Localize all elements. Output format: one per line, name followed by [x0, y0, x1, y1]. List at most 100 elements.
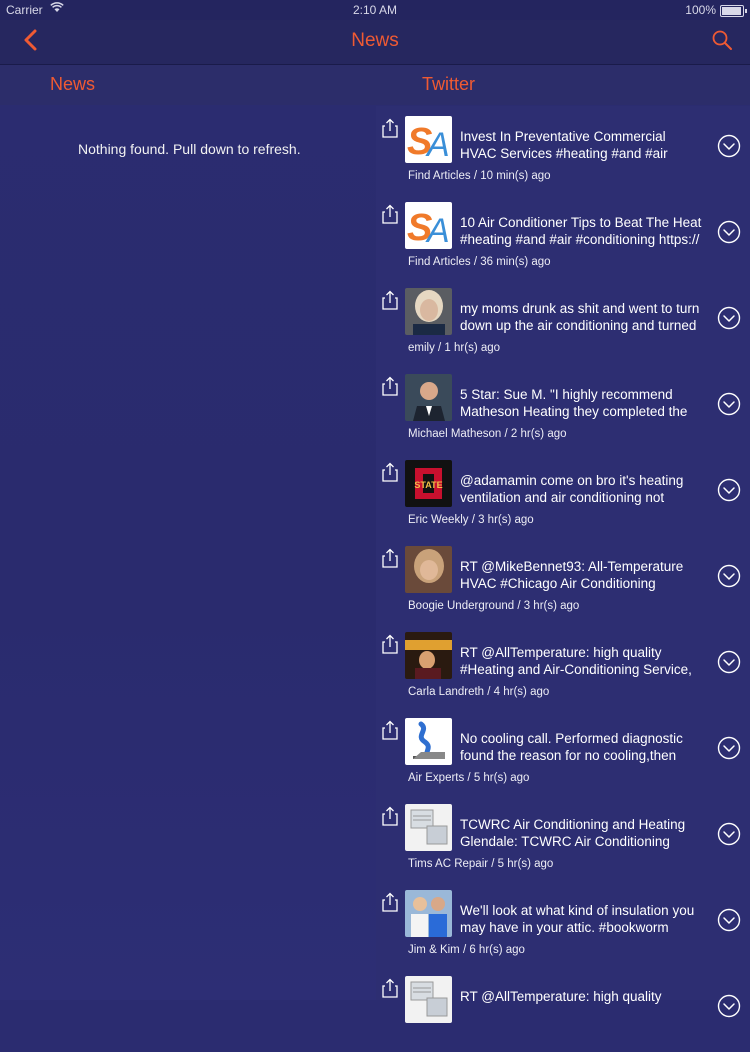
tweet-row[interactable]: No cooling call. Performed diagnostic fou…: [376, 708, 750, 794]
tweet-meta: Michael Matheson / 2 hr(s) ago: [408, 428, 567, 440]
share-icon: [382, 634, 398, 654]
share-icon: [382, 376, 398, 396]
share-button[interactable]: [382, 376, 398, 396]
battery-icon: [720, 5, 747, 17]
nav-bar: News: [0, 20, 750, 65]
share-icon: [382, 806, 398, 826]
tweet-row[interactable]: S A 10 Air Conditioner Tips to Beat The He…: [376, 192, 750, 278]
avatar: [405, 804, 452, 851]
chevron-down-circle-icon: [717, 736, 741, 760]
tweet-meta: Air Experts / 5 hr(s) ago: [408, 772, 530, 784]
twitter-feed[interactable]: S A Invest In Preventative Commercial HVAC …: [376, 106, 750, 1023]
tweet-row[interactable]: RT @AllTemperature: high quality #Heating…: [376, 622, 750, 708]
tweet-text: @adamamin come on bro it's heating ventil…: [460, 472, 715, 506]
tweet-meta: Boogie Underground / 3 hr(s) ago: [408, 600, 580, 612]
tweet-row[interactable]: We'll look at what kind of insulation yo…: [376, 880, 750, 966]
avatar: [405, 890, 452, 937]
search-button[interactable]: [710, 28, 734, 52]
tweet-text-line: 10 Air Conditioner Tips to Beat The Heat: [460, 215, 702, 230]
tweet-row[interactable]: RT @AllTemperature: high quality: [376, 966, 750, 1052]
tweet-row[interactable]: 5 Star: Sue M. "I highly recommend Mathe…: [376, 364, 750, 450]
share-icon: [382, 978, 398, 998]
expand-button[interactable]: [717, 650, 741, 674]
tweet-text-line: Invest In Preventative Commercial: [460, 129, 666, 144]
share-button[interactable]: [382, 290, 398, 310]
svg-text:STATE: STATE: [414, 480, 442, 490]
avatar: [405, 288, 452, 335]
chevron-down-circle-icon: [717, 650, 741, 674]
tweet-text-line: HVAC #Chicago Air Conditioning: [460, 576, 656, 591]
tweet-text: RT @AllTemperature: high quality #Heating…: [460, 644, 715, 678]
expand-button[interactable]: [717, 564, 741, 588]
tweet-text-line: #Heating and Air-Conditioning Service,: [460, 662, 692, 677]
clock: 2:10 AM: [352, 3, 398, 17]
expand-button[interactable]: [717, 994, 741, 1018]
share-button[interactable]: [382, 204, 398, 224]
tweet-row[interactable]: S A Invest In Preventative Commercial HVAC …: [376, 106, 750, 192]
chevron-down-circle-icon: [717, 822, 741, 846]
share-button[interactable]: [382, 892, 398, 912]
tweet-text-line: may have in your attic. #bookworm: [460, 920, 669, 935]
expand-button[interactable]: [717, 134, 741, 158]
tweet-row[interactable]: TCWRC Air Conditioning and Heating Glenda…: [376, 794, 750, 880]
tweet-text-line: RT @AllTemperature: high quality: [460, 989, 662, 1004]
tab-twitter[interactable]: Twitter: [422, 74, 475, 95]
tweet-text-line: 5 Star: Sue M. "I highly recommend: [460, 387, 673, 402]
tweet-text-line: No cooling call. Performed diagnostic: [460, 731, 683, 746]
tab-news[interactable]: News: [50, 74, 95, 95]
share-button[interactable]: [382, 720, 398, 740]
tweet-text-line: my moms drunk as shit and went to turn: [460, 301, 700, 316]
tweet-text: 5 Star: Sue M. "I highly recommend Mathe…: [460, 386, 715, 420]
tweet-text: No cooling call. Performed diagnostic fou…: [460, 730, 715, 764]
tweet-meta: Find Articles / 36 min(s) ago: [408, 256, 551, 268]
avatar: [405, 632, 452, 679]
share-icon: [382, 720, 398, 740]
share-button[interactable]: [382, 118, 398, 138]
chevron-down-circle-icon: [717, 220, 741, 244]
expand-button[interactable]: [717, 220, 741, 244]
share-button[interactable]: [382, 634, 398, 654]
avatar: STATE: [405, 460, 452, 507]
tweet-text-line: Glendale: TCWRC Air Conditioning: [460, 834, 670, 849]
tweet-text: TCWRC Air Conditioning and Heating Glenda…: [460, 816, 715, 850]
chevron-down-circle-icon: [717, 392, 741, 416]
svg-text:A: A: [425, 126, 450, 163]
tweet-text-line: found the reason for no cooling,then: [460, 748, 677, 763]
tweet-text: RT @MikeBennet93: All-Temperature HVAC #C…: [460, 558, 715, 592]
chevron-down-circle-icon: [717, 478, 741, 502]
expand-button[interactable]: [717, 306, 741, 330]
tweet-row[interactable]: STATE @adamamin come on bro it's heating v…: [376, 450, 750, 536]
expand-button[interactable]: [717, 736, 741, 760]
expand-button[interactable]: [717, 478, 741, 502]
expand-button[interactable]: [717, 392, 741, 416]
avatar: [405, 546, 452, 593]
avatar: SA: [405, 116, 452, 163]
tweet-row[interactable]: RT @MikeBennet93: All-Temperature HVAC #C…: [376, 536, 750, 622]
tweet-meta: Carla Landreth / 4 hr(s) ago: [408, 686, 550, 698]
avatar: SA: [405, 202, 452, 249]
share-button[interactable]: [382, 806, 398, 826]
tweet-meta: Eric Weekly / 3 hr(s) ago: [408, 514, 534, 526]
tweet-text-line: down up the air conditioning and turned: [460, 318, 697, 333]
tweet-meta: Find Articles / 10 min(s) ago: [408, 170, 551, 182]
avatar: [405, 718, 452, 765]
tweet-text-line: RT @MikeBennet93: All-Temperature: [460, 559, 684, 574]
segment-tabs: News Twitter: [0, 65, 750, 105]
expand-button[interactable]: [717, 908, 741, 932]
chevron-down-circle-icon: [717, 908, 741, 932]
share-icon: [382, 118, 398, 138]
status-bar: Carrier 2:10 AM 100%: [0, 0, 750, 20]
tweet-text-line: ventilation and air conditioning not: [460, 490, 665, 505]
share-icon: [382, 462, 398, 482]
tweet-row[interactable]: my moms drunk as shit and went to turn do…: [376, 278, 750, 364]
share-button[interactable]: [382, 978, 398, 998]
share-icon: [382, 290, 398, 310]
tweet-text: 10 Air Conditioner Tips to Beat The Heat…: [460, 214, 715, 248]
page-title: News: [351, 30, 399, 51]
expand-button[interactable]: [717, 822, 741, 846]
share-icon: [382, 548, 398, 568]
share-button[interactable]: [382, 548, 398, 568]
svg-text:A: A: [425, 212, 450, 249]
tweet-text: Invest In Preventative Commercial HVAC Se…: [460, 128, 715, 162]
share-button[interactable]: [382, 462, 398, 482]
